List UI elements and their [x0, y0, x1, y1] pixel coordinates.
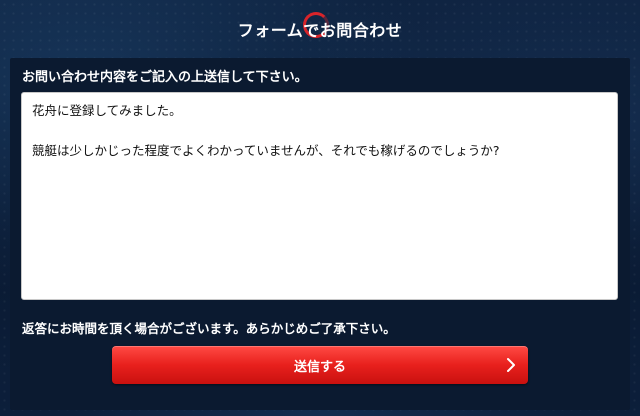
form-header: フォームでお問合わせ: [0, 0, 640, 58]
page-title: フォームでお問合わせ: [237, 21, 403, 40]
message-line: 競艇は少しかじった程度でよくわかっていませんが、それでも稼げるのでしょうか?: [32, 143, 500, 158]
submit-button-label: 送信する: [293, 360, 346, 375]
reply-note: 返答にお時間を頂く場合がございます。あらかじめご了承下さい。: [22, 321, 396, 336]
form-instructions: お問い合わせ内容をご記入の上送信して下さい。: [22, 70, 308, 85]
message-line: 花舟に登録してみました。: [32, 103, 182, 118]
title-wrap: フォームでお問合わせ: [0, 17, 640, 41]
chevron-right-icon: [507, 358, 515, 372]
submit-button[interactable]: 送信する: [112, 346, 528, 384]
message-textarea[interactable]: 花舟に登録してみました。 競艇は少しかじった程度でよくわかっていませんが、それで…: [21, 92, 618, 300]
